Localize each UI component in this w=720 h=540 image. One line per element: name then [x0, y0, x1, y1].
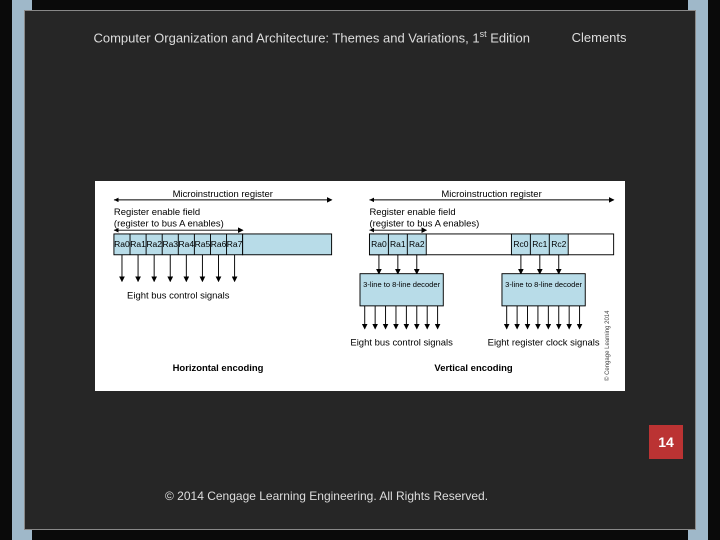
svg-text:Rc0: Rc0	[513, 239, 528, 249]
left-top-label: Microinstruction register	[173, 189, 273, 200]
right-top-label: Microinstruction register	[441, 189, 541, 200]
right-field-label-2: (register to bus A enables)	[369, 218, 479, 229]
svg-text:Ra0: Ra0	[371, 239, 387, 249]
left-field-label-2: (register to bus A enables)	[114, 218, 224, 229]
right-groupA-arrows-in	[379, 255, 417, 274]
svg-text:Ra1: Ra1	[130, 239, 146, 249]
svg-text:Ra6: Ra6	[211, 239, 227, 249]
decoder-a-outputs	[365, 306, 438, 329]
svg-text:Rc2: Rc2	[551, 239, 566, 249]
svg-text:Ra2: Ra2	[409, 239, 425, 249]
right-groupC-arrows-in	[521, 255, 559, 274]
right-outputA-label: Eight bus control signals	[350, 338, 453, 349]
svg-text:3-line to 8-line decoder: 3-line to 8-line decoder	[505, 280, 582, 289]
svg-text:3-line to 8-line decoder: 3-line to 8-line decoder	[363, 280, 440, 289]
decoder-a	[360, 274, 443, 306]
decoder-c	[502, 274, 585, 306]
svg-text:Ra4: Ra4	[179, 239, 195, 249]
edition-super: st	[480, 29, 487, 39]
left-field-label-1: Register enable field	[114, 207, 200, 218]
svg-text:Rc1: Rc1	[532, 239, 547, 249]
decoder-c-outputs	[507, 306, 580, 329]
left-output-arrows	[122, 255, 235, 282]
encoding-diagram: Microinstruction register Register enabl…	[95, 181, 625, 391]
right-encoding-label: Vertical encoding	[434, 363, 512, 374]
book-title-pre: Computer Organization and Architecture: …	[93, 30, 479, 45]
right-field-label-1: Register enable field	[369, 207, 455, 218]
svg-text:Ra0: Ra0	[114, 239, 130, 249]
left-encoding-label: Horizontal encoding	[173, 363, 264, 374]
right-outputC-label: Eight register clock signals	[488, 338, 600, 349]
slide-header: Computer Organization and Architecture: …	[85, 29, 635, 45]
svg-text:Ra5: Ra5	[195, 239, 211, 249]
svg-text:Ra1: Ra1	[390, 239, 406, 249]
svg-text:Ra2: Ra2	[146, 239, 162, 249]
svg-text:Ra7: Ra7	[227, 239, 243, 249]
left-output-label: Eight bus control signals	[127, 290, 230, 301]
slide-frame: Computer Organization and Architecture: …	[24, 10, 696, 530]
copyright-footer: © 2014 Cengage Learning Engineering. All…	[85, 489, 635, 503]
book-title-post: Edition	[487, 30, 530, 45]
page-number-badge: 14	[649, 425, 683, 459]
author-name: Clements	[572, 30, 627, 45]
figure-credit: © Cengage Learning 2014	[611, 191, 621, 381]
svg-text:Ra3: Ra3	[162, 239, 178, 249]
left-register-row: Ra0 Ra1 Ra2 Ra3 Ra4 Ra5 Ra6 Ra7	[114, 234, 332, 255]
